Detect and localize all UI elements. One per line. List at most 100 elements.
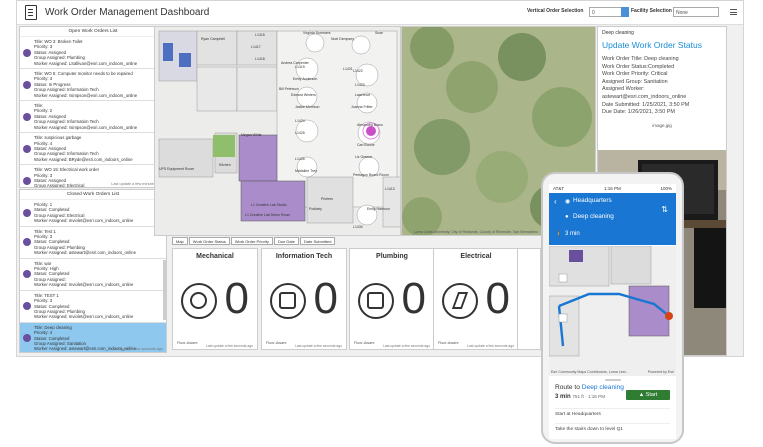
vertical-order-label: Vertical Order Selection xyxy=(527,8,584,14)
map-tab[interactable]: Work Order Status xyxy=(188,237,230,245)
closed-list-title: Closed Work Orders List xyxy=(20,190,166,200)
list-item-line: Worker Assigned: rsimpson@esri.com_indoo… xyxy=(34,124,138,130)
room-label: Megan White xyxy=(241,133,262,137)
category-card[interactable]: Electrical 0 Floor-Aware Last update a few … xyxy=(433,248,519,350)
route-from[interactable]: Headquarters xyxy=(573,197,612,204)
card-title: Mechanical xyxy=(196,253,234,260)
work-order-icon xyxy=(23,238,31,247)
open-work-orders-panel: Open Work Orders List Title: WO 3: Broke… xyxy=(19,26,167,188)
battery: 100% xyxy=(660,186,672,191)
work-order-icon xyxy=(23,48,31,57)
glyph-inner xyxy=(451,292,469,309)
swap-icon[interactable]: ⇅ xyxy=(661,205,668,214)
room-label: Liz Greene xyxy=(355,155,373,159)
list-item[interactable]: Title: Priority: 2 Status: Assigned Group A… xyxy=(20,101,166,134)
facility-select[interactable]: None xyxy=(673,7,719,17)
list-item[interactable]: Title: WO 3: Broken Toilet Priority: 3 Sta… xyxy=(20,37,166,70)
lightning-icon xyxy=(442,283,478,319)
room-label: L1430 xyxy=(353,225,363,229)
card-title: Plumbing xyxy=(376,253,408,260)
work-order-icon xyxy=(23,176,31,185)
category-card[interactable]: Plumbing 0 Floor-Aware Last update a few se… xyxy=(349,248,435,350)
closed-list-scrollbar[interactable] xyxy=(163,260,166,320)
list-item[interactable]: Title: war Priority: High Status: Complete… xyxy=(20,259,166,291)
room-label: Andrea Carpenter xyxy=(281,61,309,65)
detail-row: Assigned Worker: astewart@esri.com_indoo… xyxy=(602,86,687,100)
route-title: Route to Deep cleaning xyxy=(555,384,624,391)
powered-by: Powered by Esri xyxy=(647,370,674,374)
back-arrow-icon[interactable]: ‹ xyxy=(554,197,557,206)
mobile-screen: AT&T 1:16 PM 100% ‹ ◉ Headquarters ● Dee… xyxy=(549,184,676,439)
eta: 3 min xyxy=(555,394,571,400)
room-label: Bill Peterson xyxy=(279,87,299,91)
card-title: Electrical xyxy=(460,253,492,260)
closed-work-orders-panel: Closed Work Orders List Priority: 1 Statu… xyxy=(19,189,167,353)
menu-icon[interactable] xyxy=(730,9,737,15)
map-tab[interactable]: Date Submitted xyxy=(299,237,336,245)
card-updated: Last update a few seconds ago xyxy=(295,344,342,348)
map-tab[interactable]: Due Date xyxy=(273,237,299,245)
room-label: Madaline Trey xyxy=(295,169,317,173)
list-item[interactable]: Title: TEST 1 Priority: 3 Status: Complete… xyxy=(20,291,166,323)
app-root: Work Order Management Dashboard Vertical… xyxy=(0,0,763,447)
mobile-device: AT&T 1:16 PM 100% ‹ ◉ Headquarters ● Dee… xyxy=(541,172,684,444)
floor-plan-map[interactable]: Ryan Campbell L1415 L1417 L1418 Virginia Som… xyxy=(154,26,401,236)
room-label: L1419 xyxy=(295,65,305,69)
map-tab[interactable]: Work Order Priority xyxy=(230,237,273,245)
detail-row: Work Order Priority: Critical xyxy=(602,71,668,78)
card-floor-aware: Floor-Aware xyxy=(354,341,375,345)
room-label: Joanna Fritter xyxy=(351,105,373,109)
open-list-title: Open Work Orders List xyxy=(20,27,166,37)
closed-list-updated: Last update a few seconds ago xyxy=(110,347,163,351)
mobile-map[interactable]: Esri Community Maps Contributors, Loma L… xyxy=(549,246,676,376)
category-card-partial xyxy=(517,248,541,350)
room-label: L1422 xyxy=(353,69,363,73)
list-item-line: Worker Assigned: LSallivan@esri.com_indo… xyxy=(34,60,138,66)
start-label: Start xyxy=(645,392,658,398)
work-order-icon xyxy=(23,302,31,311)
map-tab[interactable]: Map xyxy=(172,237,188,245)
category-card[interactable]: Information Tech 0 Floor-Aware Last update … xyxy=(261,248,347,350)
walk-time: 3 min xyxy=(565,231,580,237)
list-item-line: Worker Assigned: rsimpson@esri.com_indoo… xyxy=(34,92,138,98)
carrier: AT&T xyxy=(553,186,565,191)
work-order-icon xyxy=(23,144,31,153)
detail-row: Assigned Group: Sanitation xyxy=(602,78,668,85)
room-label: L1421 xyxy=(343,67,353,71)
room-label: Emily Anderson xyxy=(293,77,318,81)
room-label: L1 Creative Lab Studio xyxy=(251,203,287,207)
mobile-map-svg xyxy=(549,246,676,376)
list-item[interactable]: Title: WO 5: Computer monitor needs to b… xyxy=(20,69,166,102)
sheet-handle[interactable] xyxy=(604,379,621,381)
room-label: Pentagon Board Room xyxy=(353,173,389,177)
room-label: Alexandra Bravo xyxy=(357,123,383,127)
route-to[interactable]: Deep cleaning xyxy=(573,213,614,220)
list-item[interactable]: Priority: 1 Status: Completed Group Assign… xyxy=(20,200,166,227)
list-item-line: Worker Assigned: mviolet@esri.com_indoor… xyxy=(34,218,134,224)
room-label: Kitchen xyxy=(219,163,231,167)
work-order-icon xyxy=(23,334,31,343)
map-attribution: Loma Linda University, City of Redlands,… xyxy=(414,230,538,234)
room-label: Carl Boone xyxy=(357,143,375,147)
glyph-inner xyxy=(367,292,384,309)
route-header: ‹ ◉ Headquarters ● Deep cleaning ⇅ 🚶 3 m… xyxy=(549,193,676,245)
category-card[interactable]: Mechanical 0 Floor-Aware Last update a few … xyxy=(172,248,258,350)
detail-rows: Work Order Title: Deep cleaning Work Orde… xyxy=(598,56,726,117)
work-order-icon xyxy=(23,270,31,279)
list-item[interactable]: Title: Test 1 Priority: 3 Status: Complete… xyxy=(20,227,166,259)
glyph-inner xyxy=(279,292,296,309)
computer-icon xyxy=(270,283,306,319)
eta-detail: 751 ft · 1:16 PM xyxy=(572,394,606,399)
card-updated: Last update a few seconds ago xyxy=(467,344,514,348)
start-button[interactable]: ▲ Start xyxy=(626,390,670,400)
origin-icon: ◉ xyxy=(565,199,571,205)
list-item[interactable]: Title: suspicious garbage Priority: 4 Stat… xyxy=(20,133,166,166)
room-label: UPS Equipment Room xyxy=(159,167,195,171)
room-label: Edward Winters xyxy=(291,93,316,97)
card-floor-aware: Floor-Aware xyxy=(438,341,459,345)
route-sheet: Route to Deep cleaning 3 min 751 ft · 1:… xyxy=(549,376,676,439)
detail-header: Deep cleaning xyxy=(602,30,634,36)
route-step[interactable]: Take the stairs down to level Q1 xyxy=(555,423,670,432)
route-step[interactable]: Start at Headquarters xyxy=(555,408,670,417)
vertical-order-dropdown-icon[interactable] xyxy=(621,7,629,17)
